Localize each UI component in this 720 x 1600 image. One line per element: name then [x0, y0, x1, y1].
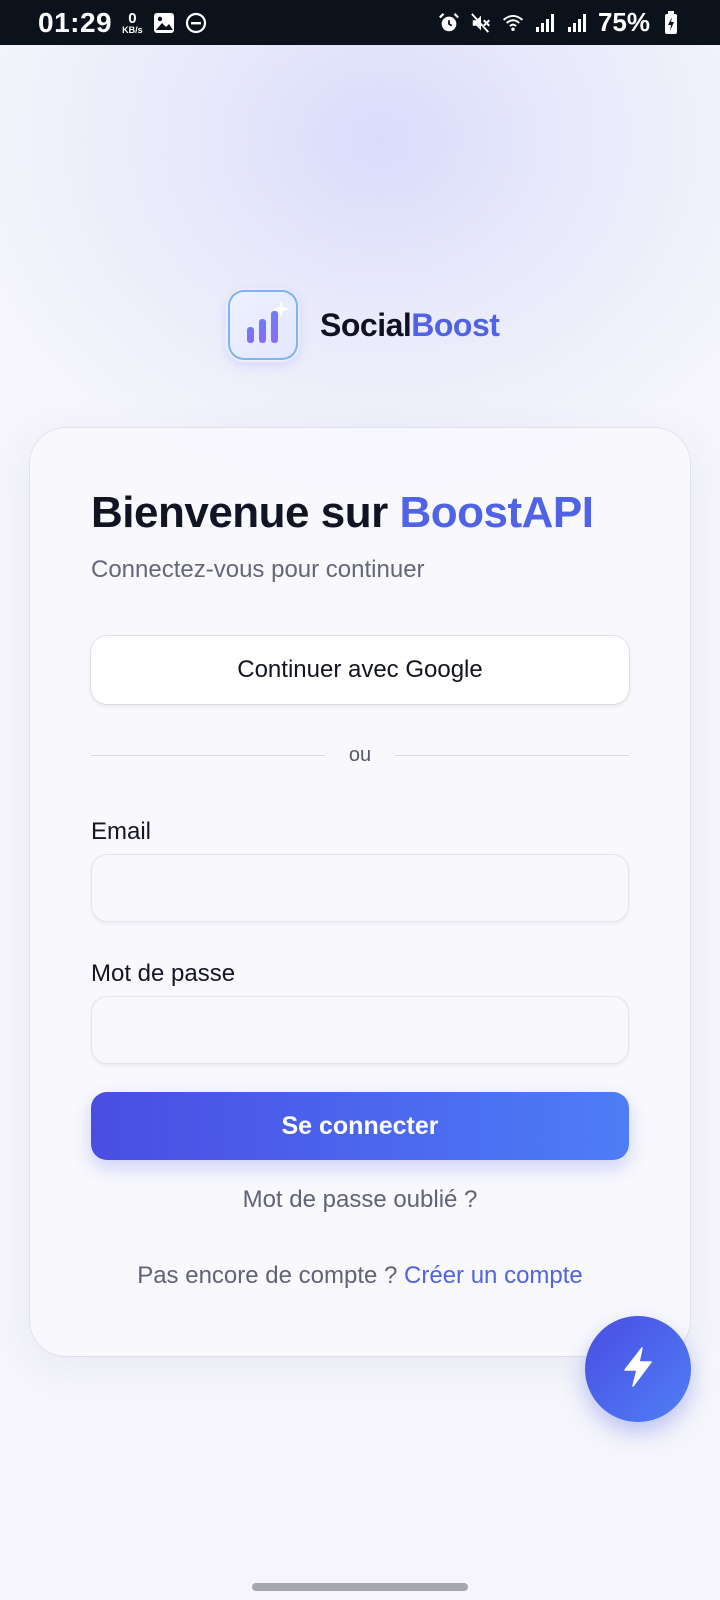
divider-text: ou — [348, 743, 372, 766]
fab-button[interactable] — [585, 1316, 691, 1422]
battery-percent: 75% — [597, 7, 650, 37]
status-left: 01:29 0 KB/s — [38, 7, 207, 39]
do-not-disturb-icon — [185, 12, 207, 34]
brand-header: SocialBoost — [226, 288, 500, 362]
signup-link[interactable]: Créer un compte — [404, 1262, 583, 1289]
divider-line-right — [395, 754, 629, 756]
password-field[interactable] — [91, 996, 629, 1064]
forgot-password-link[interactable]: Mot de passe oublié ? — [0, 1186, 720, 1214]
title-prefix: Bienvenue sur — [91, 488, 400, 537]
brand-name-part2: Boost — [411, 306, 500, 343]
bar-chart-sparkle-icon — [226, 288, 300, 362]
image-notification-icon — [153, 12, 175, 34]
divider-line-left — [91, 754, 325, 756]
status-right: 75% — [438, 7, 682, 38]
status-bar: 01:29 0 KB/s 75% — [0, 0, 720, 45]
title-accent: BoostAPI — [399, 488, 594, 537]
signup-prompt: Pas encore de compte ? Créer un compte — [0, 1262, 720, 1290]
alarm-icon — [438, 12, 460, 34]
net-speed-indicator: 0 KB/s — [122, 11, 143, 35]
login-button[interactable]: Se connecter — [91, 1092, 629, 1160]
net-speed-unit: KB/s — [122, 24, 143, 35]
signal-icon-2 — [566, 12, 588, 34]
brand-name: SocialBoost — [320, 306, 500, 344]
signup-prompt-text: Pas encore de compte ? — [137, 1262, 405, 1289]
lightning-bolt-icon — [616, 1345, 660, 1394]
email-field[interactable] — [91, 854, 629, 922]
page-subtitle: Connectez-vous pour continuer — [91, 556, 425, 583]
home-indicator[interactable] — [252, 1583, 468, 1591]
password-label: Mot de passe — [91, 960, 236, 987]
battery-charging-icon — [660, 10, 682, 34]
or-divider: ou — [91, 740, 629, 770]
signal-icon-1 — [534, 12, 556, 34]
mute-icon — [470, 12, 492, 34]
google-signin-button[interactable]: Continuer avec Google — [91, 636, 629, 704]
net-speed-value: 0 — [128, 9, 137, 27]
status-time: 01:29 — [38, 6, 113, 38]
page-title: Bienvenue sur BoostAPI — [91, 488, 594, 538]
brand-name-part1: Social — [320, 306, 412, 343]
email-label: Email — [91, 818, 152, 845]
wifi-icon — [502, 12, 524, 34]
